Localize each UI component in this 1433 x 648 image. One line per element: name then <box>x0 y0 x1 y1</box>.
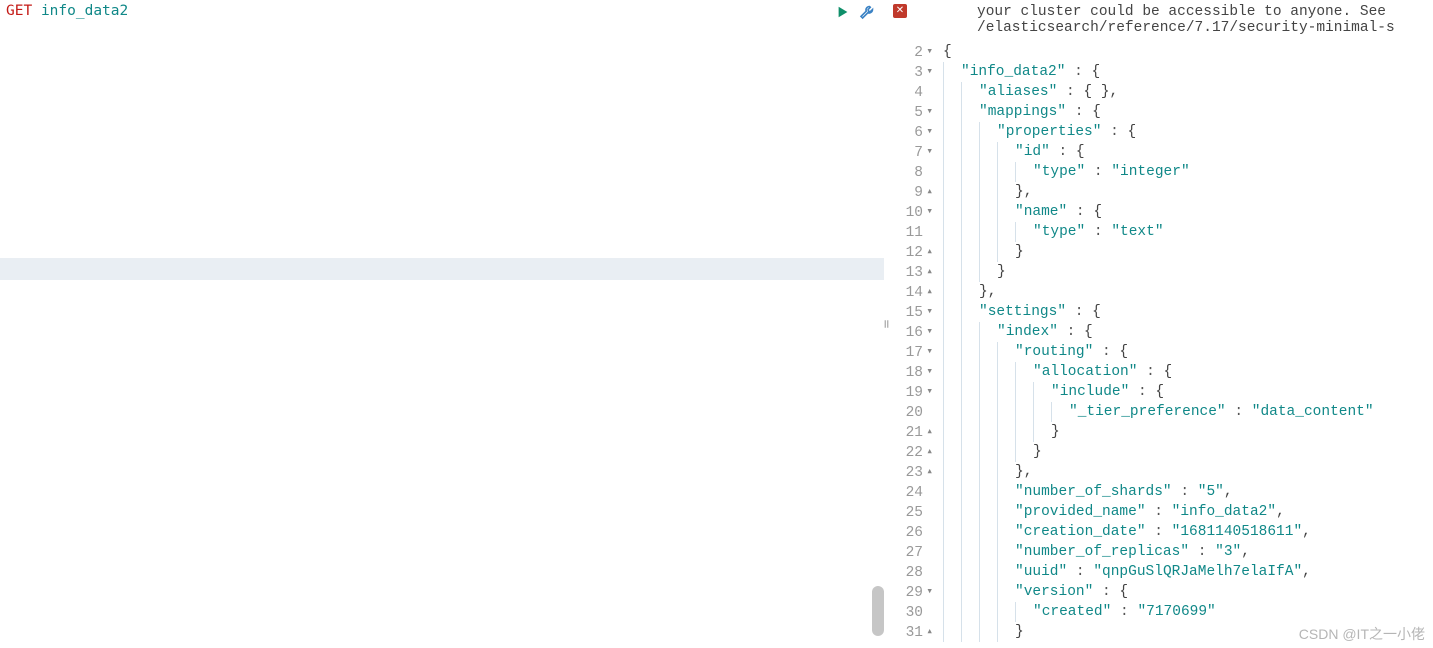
line-number: 7▾ <box>889 142 939 162</box>
line-number: 3▾ <box>889 62 939 82</box>
line-number: 28 <box>889 562 939 582</box>
line-number: 13▴ <box>889 262 939 282</box>
line-number: 18▾ <box>889 362 939 382</box>
code-line: "type" : "text" <box>939 222 1433 242</box>
line-number: 20 <box>889 402 939 422</box>
line-number: 23▴ <box>889 462 939 482</box>
editor-empty-line-highlight <box>0 258 884 280</box>
code-line: "properties" : { <box>939 122 1433 142</box>
line-number: 29▾ <box>889 582 939 602</box>
line-number: 6▾ <box>889 122 939 142</box>
code-line: "include" : { <box>939 382 1433 402</box>
code-line: } <box>939 242 1433 262</box>
warning-banner: your cluster could be accessible to anyo… <box>977 4 1395 36</box>
code-line: "info_data2" : { <box>939 62 1433 82</box>
line-number: 30 <box>889 602 939 622</box>
line-number: 17▾ <box>889 342 939 362</box>
line-number: 24 <box>889 482 939 502</box>
code-line: "number_of_replicas" : "3", <box>939 542 1433 562</box>
code-line: "number_of_shards" : "5", <box>939 482 1433 502</box>
request-line[interactable]: GET info_data2 <box>0 0 884 22</box>
code-line: "settings" : { <box>939 302 1433 322</box>
line-number: 16▾ <box>889 322 939 342</box>
code-line: "type" : "integer" <box>939 162 1433 182</box>
line-number: 15▾ <box>889 302 939 322</box>
line-number: 5▾ <box>889 102 939 122</box>
response-json-viewer[interactable]: {"info_data2" : {"aliases" : { },"mappin… <box>939 40 1433 648</box>
request-target: info_data2 <box>41 3 128 19</box>
left-scrollbar-thumb[interactable] <box>872 586 884 636</box>
line-number: 22▴ <box>889 442 939 462</box>
code-line: "aliases" : { }, <box>939 82 1433 102</box>
line-number: 2▾ <box>889 42 939 62</box>
line-number: 19▾ <box>889 382 939 402</box>
code-line: "version" : { <box>939 582 1433 602</box>
line-number: 31▴ <box>889 622 939 642</box>
code-line: "allocation" : { <box>939 362 1433 382</box>
http-method: GET <box>6 3 32 19</box>
error-badge-icon: ✕ <box>893 4 907 18</box>
line-number: 9▴ <box>889 182 939 202</box>
code-line: "id" : { <box>939 142 1433 162</box>
line-number: 10▾ <box>889 202 939 222</box>
wrench-icon[interactable] <box>858 3 876 21</box>
code-line: }, <box>939 182 1433 202</box>
code-line: }, <box>939 462 1433 482</box>
code-line: "provided_name" : "info_data2", <box>939 502 1433 522</box>
line-number: 25 <box>889 502 939 522</box>
code-line: } <box>939 442 1433 462</box>
run-icon[interactable] <box>834 3 852 21</box>
line-number: 14▴ <box>889 282 939 302</box>
code-line: "_tier_preference" : "data_content" <box>939 402 1433 422</box>
watermark-text: CSDN @IT之一小佬 <box>1299 624 1425 644</box>
line-number: 27 <box>889 542 939 562</box>
code-line: } <box>939 262 1433 282</box>
request-editor-pane[interactable]: GET info_data2 <box>0 0 884 648</box>
code-line: "index" : { <box>939 322 1433 342</box>
line-number: 8 <box>889 162 939 182</box>
code-line: { <box>939 42 1433 62</box>
line-number: 21▴ <box>889 422 939 442</box>
line-number: 11 <box>889 222 939 242</box>
warning-line-2: /elasticsearch/reference/7.17/security-m… <box>977 20 1395 36</box>
code-line: "created" : "7170699" <box>939 602 1433 622</box>
line-number: 12▴ <box>889 242 939 262</box>
warning-line-1: your cluster could be accessible to anyo… <box>977 4 1395 20</box>
line-number: 4 <box>889 82 939 102</box>
code-line: "creation_date" : "1681140518611", <box>939 522 1433 542</box>
code-line: } <box>939 422 1433 442</box>
code-line: "routing" : { <box>939 342 1433 362</box>
line-number-gutter: 2▾3▾4 5▾6▾7▾8 9▴10▾11 12▴13▴14▴15▾16▾17▾… <box>889 40 939 648</box>
code-line: "uuid" : "qnpGuSlQRJaMelh7elaIfA", <box>939 562 1433 582</box>
code-line: "mappings" : { <box>939 102 1433 122</box>
line-number: 26 <box>889 522 939 542</box>
code-line: }, <box>939 282 1433 302</box>
code-line: "name" : { <box>939 202 1433 222</box>
response-pane[interactable]: ✕ your cluster could be accessible to an… <box>889 0 1433 648</box>
